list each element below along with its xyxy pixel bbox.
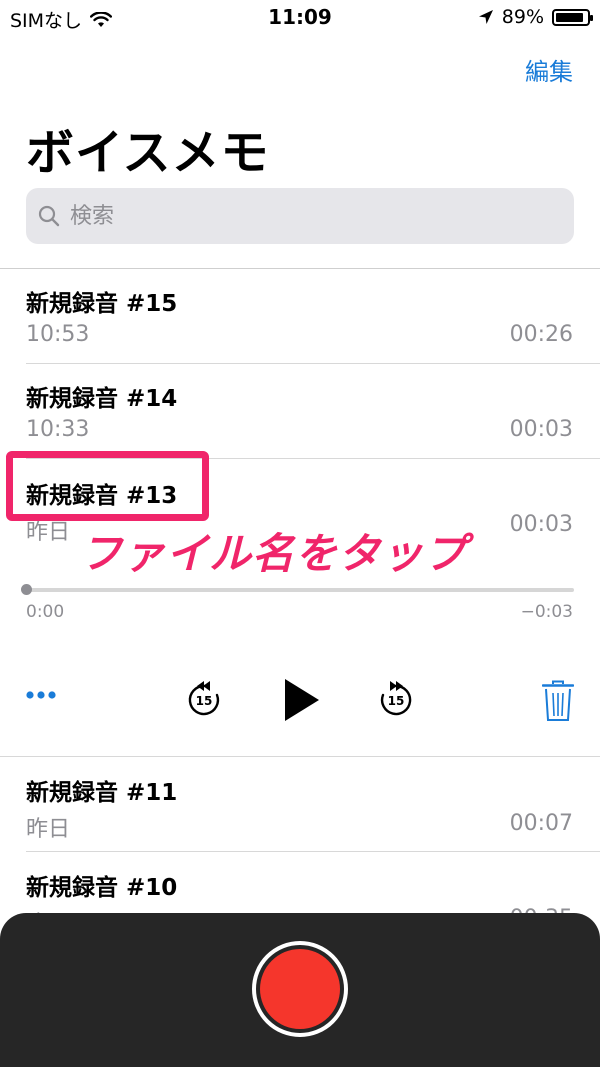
playback-scrubber[interactable] <box>26 588 574 592</box>
search-bar[interactable] <box>26 188 574 244</box>
search-input[interactable] <box>68 202 552 230</box>
status-right: 89% <box>478 6 593 28</box>
annotation-text: ファイル名をタップ <box>80 529 468 578</box>
battery-percent: 89% <box>501 6 544 28</box>
recording-duration: 00:26 <box>509 322 573 347</box>
more-options-icon[interactable] <box>26 690 58 700</box>
list-item[interactable]: 新規録音 #15 10:53 00:26 <box>0 270 600 364</box>
scrubber-handle[interactable] <box>21 584 32 595</box>
recording-title[interactable]: 新規録音 #15 <box>26 284 177 318</box>
search-icon <box>38 205 60 227</box>
list-item[interactable]: 新規録音 #11 昨日 00:07 <box>0 757 600 852</box>
location-arrow-icon <box>478 10 493 24</box>
edit-button[interactable]: 編集 <box>525 52 573 87</box>
recording-duration: 00:03 <box>509 512 573 537</box>
record-button[interactable] <box>252 941 348 1037</box>
header-divider <box>0 268 600 269</box>
play-icon[interactable] <box>282 678 320 722</box>
skip-forward-label: 15 <box>388 694 405 708</box>
status-bar: SIMなし 11:09 89% <box>0 0 600 36</box>
recording-date: 昨日 <box>26 817 71 842</box>
skip-back-15-icon[interactable]: 15 <box>186 680 222 720</box>
elapsed-time: 0:00 <box>26 602 65 622</box>
skip-forward-15-icon[interactable]: 15 <box>378 680 414 720</box>
page-title: ボイスメモ <box>26 125 270 181</box>
recording-duration: 00:03 <box>509 417 573 442</box>
recording-title[interactable]: 新規録音 #10 <box>26 868 177 902</box>
battery-fill <box>556 12 583 22</box>
recording-date: 10:53 <box>26 322 90 347</box>
remaining-time: −0:03 <box>520 602 573 622</box>
recording-date: 10:33 <box>26 417 90 442</box>
recording-title[interactable]: 新規録音 #14 <box>26 379 177 413</box>
trash-icon[interactable] <box>542 680 574 722</box>
record-icon <box>260 949 340 1029</box>
battery-icon <box>552 8 593 26</box>
skip-back-label: 15 <box>196 694 213 708</box>
recording-duration: 00:07 <box>509 811 573 836</box>
list-item[interactable]: 新規録音 #14 10:33 00:03 <box>0 364 600 459</box>
recording-title[interactable]: 新規録音 #11 <box>26 773 177 807</box>
annotation-highlight-box <box>6 451 209 521</box>
